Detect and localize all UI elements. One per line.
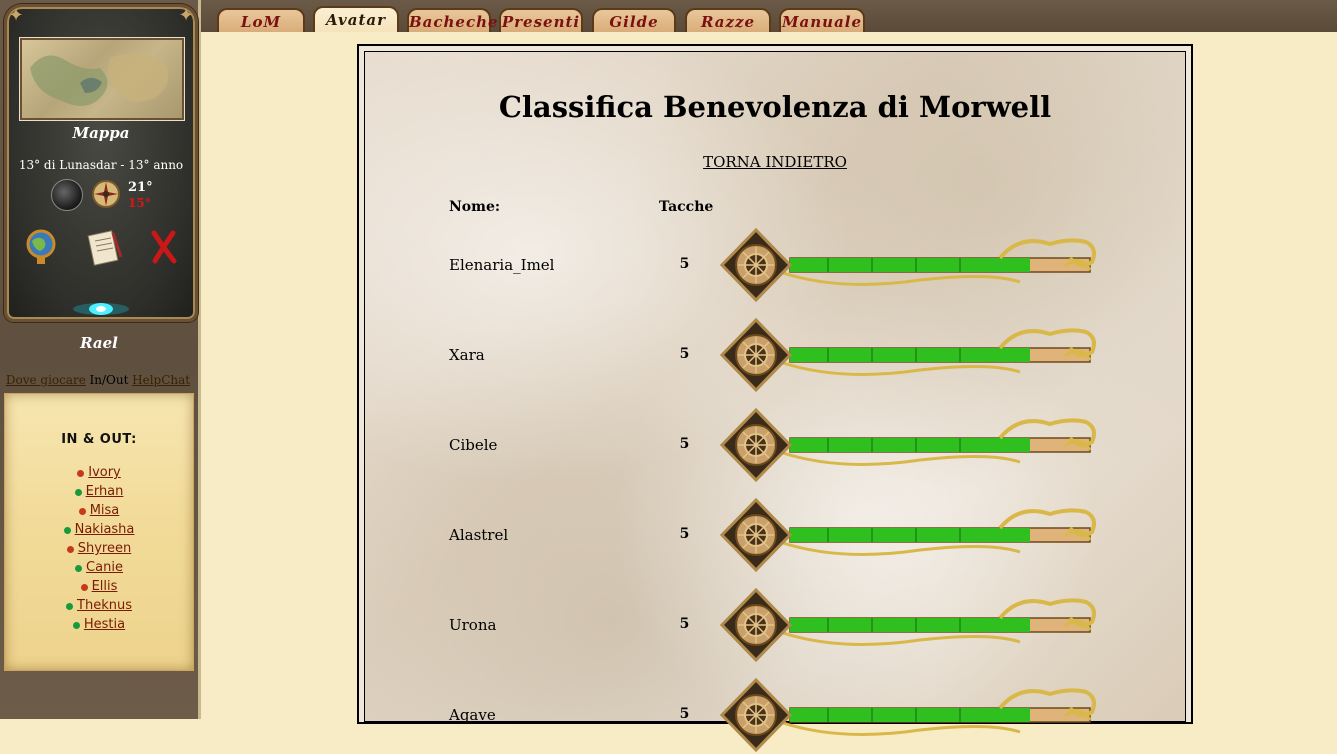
ranking-name: Urona: [449, 616, 497, 634]
online-user-item: Shyreen: [5, 539, 193, 558]
ranking-name: Agave: [449, 706, 496, 724]
tab-gilde[interactable]: Gilde: [592, 8, 676, 32]
sidebar: ✦ ✦ Mappa 13° di Lunasdar - 13° anno 21°…: [0, 0, 201, 719]
sidebar-tab-inout[interactable]: In/Out: [90, 373, 129, 391]
map-thumbnail[interactable]: [19, 37, 185, 121]
top-navigation: LoM Avatar Bacheche Presenti Gilde Razze…: [201, 0, 1337, 32]
marble-background: Classifica Benevolenza di Morwell TORNA …: [364, 51, 1186, 753]
page-title: Classifica Benevolenza di Morwell: [498, 90, 1052, 124]
status-frame: ✦ ✦ Mappa 13° di Lunasdar - 13° anno 21°…: [4, 4, 198, 322]
sidebar-tabs: Dove giocare In/Out HelpChat: [4, 373, 192, 391]
online-user-item: Theknus: [5, 596, 193, 615]
inout-title: IN & OUT:: [61, 432, 137, 447]
bar-fill: [790, 618, 1030, 632]
status-dot-icon: [74, 489, 82, 496]
benevolence-bar: [720, 498, 1096, 573]
status-dot-icon: [80, 584, 88, 591]
corner-ornament-icon: ✦: [8, 5, 24, 26]
benevolence-bar: [720, 228, 1096, 303]
online-user-link[interactable]: Misa: [90, 503, 120, 518]
status-dot-icon: [77, 470, 85, 477]
ranking-panel: Classifica Benevolenza di Morwell TORNA …: [357, 44, 1193, 753]
online-user-link[interactable]: Hestia: [84, 617, 125, 632]
ranking-value: 5: [679, 256, 690, 272]
bar-fill: [790, 528, 1030, 542]
online-user-item: Ivory: [5, 463, 193, 482]
ranking-name: Elenaria_Imel: [449, 256, 555, 274]
ranking-value: 5: [679, 436, 690, 452]
game-date: 13° di Lunasdar - 13° anno: [18, 158, 184, 172]
tab-avatar[interactable]: Avatar: [313, 6, 399, 32]
status-dot-icon: [66, 603, 74, 610]
benevolence-bar: [720, 408, 1096, 483]
column-header-tacche: Tacche: [659, 199, 714, 215]
ranking-value: 5: [679, 526, 690, 542]
online-user-item: Ellis: [5, 577, 193, 596]
temperature-low: 15°: [128, 196, 151, 210]
bar-fill: [790, 708, 1030, 722]
map-label[interactable]: Mappa: [7, 124, 195, 142]
status-dot-icon: [63, 527, 71, 534]
online-user-link[interactable]: Ellis: [92, 579, 118, 594]
online-user-link[interactable]: Shyreen: [78, 541, 131, 556]
inout-panel: IN & OUT: Ivory Erhan Misa Nakiasha Shyreen C…: [4, 393, 194, 671]
ranking-value: 5: [679, 346, 690, 362]
tab-lom[interactable]: LoM: [217, 8, 305, 32]
ranking-value: 5: [679, 706, 690, 722]
online-user-item: Hestia: [5, 615, 193, 634]
online-user-link[interactable]: Canie: [86, 560, 123, 575]
ranking-name: Cibele: [449, 436, 498, 454]
temperature-high: 21°: [128, 180, 153, 195]
tab-presenti[interactable]: Presenti: [499, 8, 583, 32]
bar-fill: [790, 348, 1030, 362]
tab-razze[interactable]: Razze: [685, 8, 771, 32]
map-icon: [20, 38, 184, 120]
benevolence-bar: [720, 588, 1096, 663]
status-dot-icon: [66, 546, 74, 553]
column-header-name: Nome:: [449, 199, 501, 215]
sidebar-tab-dove-giocare[interactable]: Dove giocare: [6, 373, 86, 391]
corner-ornament-icon: ✦: [178, 5, 194, 26]
benevolence-bar: [720, 678, 1096, 753]
scroll-icon[interactable]: [85, 227, 125, 267]
bar-fill: [790, 438, 1030, 452]
online-user-list: Ivory Erhan Misa Nakiasha Shyreen Canie Ellis T…: [5, 463, 193, 634]
back-link-row: TORNA INDIETRO: [365, 153, 1185, 171]
benevolence-bar: [720, 318, 1096, 393]
online-user-item: Nakiasha: [5, 520, 193, 539]
online-user-link[interactable]: Nakiasha: [75, 522, 135, 537]
status-dot-icon: [75, 565, 83, 572]
character-name[interactable]: Rael: [0, 334, 198, 352]
online-user-item: Erhan: [5, 482, 193, 501]
back-link[interactable]: TORNA INDIETRO: [703, 153, 847, 171]
status-dot-icon: [72, 622, 80, 629]
ranking-name: Xara: [449, 346, 485, 364]
bar-fill: [790, 258, 1030, 272]
moon-phase-icon: [51, 179, 83, 211]
sidebar-tab-helpchat[interactable]: HelpChat: [132, 373, 190, 391]
compass-icon: [92, 180, 120, 208]
online-user-link[interactable]: Theknus: [77, 598, 132, 613]
close-icon[interactable]: [149, 229, 179, 265]
online-user-item: Misa: [5, 501, 193, 520]
globe-icon[interactable]: [24, 227, 58, 267]
ranking-name: Alastrel: [449, 526, 509, 544]
status-dot-icon: [78, 508, 86, 515]
online-user-item: Canie: [5, 558, 193, 577]
online-user-link[interactable]: Ivory: [88, 465, 121, 480]
ranking-value: 5: [679, 616, 690, 632]
online-user-link[interactable]: Erhan: [86, 484, 124, 499]
gem-icon: [73, 303, 129, 315]
tab-bacheche[interactable]: Bacheche: [407, 8, 498, 32]
tab-manuale[interactable]: Manuale: [779, 8, 865, 32]
